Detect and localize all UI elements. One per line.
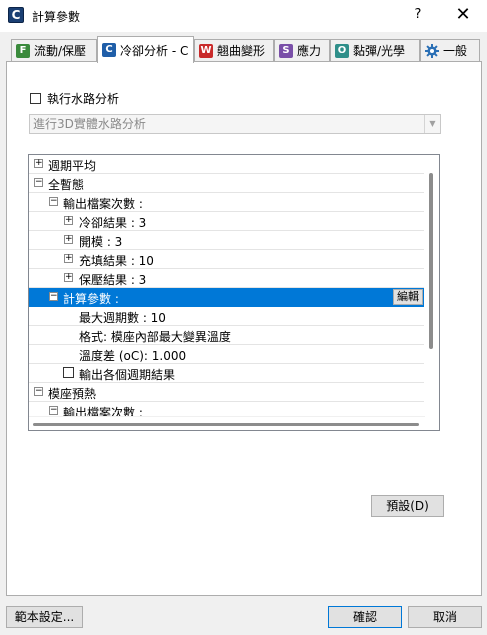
tree-row-label: 週期平均 (48, 159, 97, 173)
tree-row-selected[interactable]: − 計算參數 : 編輯 (29, 288, 425, 307)
tab-stress[interactable]: S 應力 (274, 39, 330, 61)
tab-strip: F 流動/保壓 C 冷卻分析 - C W 翹曲變形 S 應力 O 黏彈/光學 一… (0, 36, 487, 63)
tree-row-label: 最大週期數 : 10 (79, 311, 166, 325)
optics-icon: O (335, 43, 349, 58)
run-water-analysis[interactable]: 執行水路分析 (30, 90, 119, 107)
run-water-analysis-label: 執行水路分析 (47, 92, 120, 106)
tree-row-label: 開模 : 3 (79, 235, 123, 249)
tree-row[interactable]: 最大週期數 : 10 (29, 307, 425, 326)
tree-row-label: 充填結果 : 10 (79, 254, 154, 268)
tree-row[interactable]: − 模座預熱 (29, 383, 425, 402)
tree-row[interactable]: + 開模 : 3 (29, 231, 425, 250)
tree-row[interactable]: 輸出各個週期結果 (29, 364, 425, 383)
tab-cooling-analysis[interactable]: C 冷卻分析 - C (97, 36, 194, 63)
expand-icon[interactable]: + (64, 273, 73, 282)
app-icon: C (8, 7, 24, 23)
tree-row-label: 冷卻結果 : 3 (79, 216, 147, 230)
tab-label: 冷卻分析 - C (120, 43, 189, 58)
analysis-mode-value: 進行3D實體水路分析 (33, 117, 146, 131)
title-bar: C 計算參數 ? ✕ (0, 0, 487, 32)
close-button[interactable]: ✕ (450, 4, 476, 26)
tree-row[interactable]: + 保壓結果 : 3 (29, 269, 425, 288)
expand-icon[interactable]: + (64, 235, 73, 244)
window-title: 計算參數 (32, 10, 81, 24)
tab-label: 黏彈/光學 (353, 44, 406, 58)
tree-row-label: 計算參數 : (63, 292, 119, 306)
tree-row[interactable]: − 全暫態 (29, 174, 425, 193)
cooling-icon: C (102, 43, 116, 57)
parameter-tree[interactable]: + 週期平均 − 全暫態 − 輸出檔案次數 : + 冷卻結果 : 3 + 開模 … (28, 154, 440, 431)
tab-label: 應力 (297, 44, 322, 58)
warpage-icon: W (199, 43, 213, 58)
tab-label: 一般 (443, 44, 468, 58)
tab-label: 翹曲變形 (217, 44, 266, 58)
collapse-icon[interactable]: − (34, 178, 43, 187)
collapse-icon[interactable]: − (49, 292, 58, 301)
tree-row[interactable]: + 冷卻結果 : 3 (29, 212, 425, 231)
template-settings-button[interactable]: 範本設定... (6, 606, 83, 628)
tab-label: 流動/保壓 (34, 44, 87, 58)
edit-button[interactable]: 編輯 (393, 289, 423, 305)
expand-icon[interactable]: + (64, 216, 73, 225)
output-each-cycle-checkbox[interactable] (63, 367, 74, 378)
horizontal-scrollbar[interactable] (29, 416, 425, 430)
tab-viscoelastic-optics[interactable]: O 黏彈/光學 (330, 39, 420, 61)
tree-row-label: 格式: 模座內部最大變異溫度 (79, 330, 231, 344)
tree-row[interactable]: − 輸出檔案次數 : (29, 193, 425, 212)
tree-row-label: 輸出各個週期結果 (79, 368, 176, 382)
collapse-icon[interactable]: − (49, 406, 58, 415)
tree-row-label: 輸出檔案次數 : (63, 197, 143, 211)
tree-row-label: 模座預熱 (48, 387, 97, 401)
flow-icon: F (16, 43, 30, 58)
collapse-icon[interactable]: − (34, 387, 43, 396)
help-button[interactable]: ? (406, 4, 430, 26)
cancel-button[interactable]: 取消 (408, 606, 482, 628)
vertical-scroll-thumb[interactable] (429, 173, 433, 349)
tab-general[interactable]: 一般 (420, 39, 480, 61)
run-water-analysis-checkbox[interactable] (30, 93, 41, 104)
tab-flow-packing[interactable]: F 流動/保壓 (11, 39, 97, 61)
tree-row-label: 保壓結果 : 3 (79, 273, 147, 287)
defaults-button[interactable]: 預設(D) (371, 495, 444, 517)
stress-icon: S (279, 43, 293, 58)
chevron-down-icon[interactable]: ▼ (424, 115, 440, 133)
tree-row[interactable]: + 週期平均 (29, 155, 425, 174)
horizontal-scroll-thumb[interactable] (33, 423, 419, 426)
expand-icon[interactable]: + (34, 159, 43, 168)
tree-row[interactable]: 溫度差 (oC): 1.000 (29, 345, 425, 364)
ok-button[interactable]: 確認 (328, 606, 402, 628)
analysis-mode-select[interactable]: 進行3D實體水路分析 ▼ (29, 114, 441, 134)
tree-row[interactable]: + 充填結果 : 10 (29, 250, 425, 269)
tree-row-label: 溫度差 (oC): 1.000 (79, 349, 187, 363)
collapse-icon[interactable]: − (49, 197, 58, 206)
tree-row-label: 全暫態 (48, 178, 85, 192)
expand-icon[interactable]: + (64, 254, 73, 263)
vertical-scrollbar[interactable] (424, 155, 439, 430)
gear-icon (425, 43, 439, 58)
tree-row[interactable]: 格式: 模座內部最大變異溫度 (29, 326, 425, 345)
tab-warpage[interactable]: W 翹曲變形 (194, 39, 274, 61)
